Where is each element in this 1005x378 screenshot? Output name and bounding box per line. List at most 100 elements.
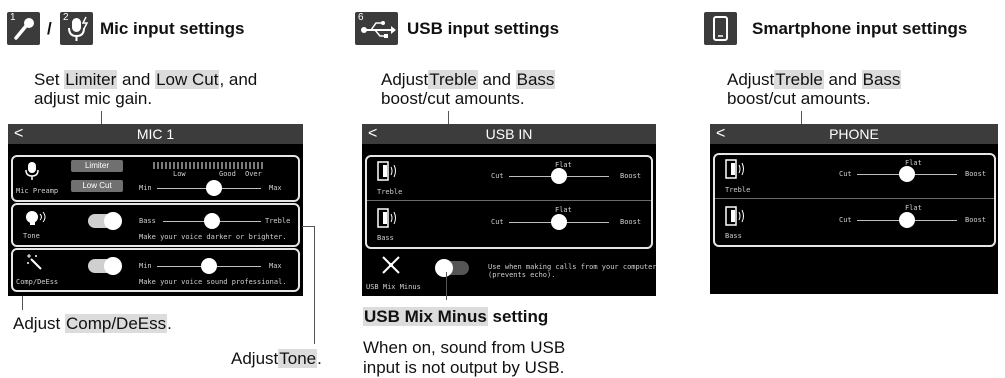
desc-text: boost/cut amounts.	[727, 89, 871, 108]
treble-speaker-icon	[377, 161, 396, 181]
bass-boost-label: Boost	[965, 216, 987, 224]
mixminus-hint-2: (prevents echo).	[488, 271, 556, 279]
usb-description: AdjustTreble and Bass boost/cut amounts.	[381, 70, 556, 108]
treble-boost-label: Boost	[620, 172, 642, 180]
callout-line-comp	[22, 296, 23, 310]
comp-min-label: Min	[139, 262, 152, 270]
magic-wand-icon	[27, 254, 42, 270]
usb-icon-box: 6	[355, 12, 398, 45]
treble-label: Treble	[725, 186, 751, 194]
treble-slider-knob[interactable]	[899, 166, 915, 182]
callout-line-tone-v	[314, 226, 315, 344]
comp-callout: Adjust Comp/DeEss.	[13, 314, 172, 333]
treble-highlight: Treble	[774, 70, 824, 89]
callout-text: .	[167, 314, 172, 333]
callout-line-mixminus	[446, 272, 447, 300]
limiter-button[interactable]: Limiter	[71, 160, 123, 172]
comp-max-label: Max	[269, 262, 282, 270]
treble-cut-label: Cut	[491, 172, 504, 180]
bass-speaker-icon	[377, 208, 396, 228]
treble-slider-knob[interactable]	[551, 168, 567, 184]
desc-text: and	[823, 70, 862, 89]
level-meter	[153, 162, 263, 169]
smartphone-icon	[713, 16, 728, 41]
screen-title: MIC 1	[136, 126, 175, 142]
phone-icon-box	[704, 12, 737, 45]
callout-text: .	[317, 349, 322, 368]
desc-text: Adjust	[727, 70, 775, 89]
mic-description: Set Limiter and Low Cut, and adjust mic …	[34, 70, 257, 108]
tone-treble-label: Treble	[265, 217, 291, 225]
usb-section-title: USB input settings	[407, 19, 560, 38]
back-button[interactable]: <	[14, 124, 23, 144]
no-echo-icon	[382, 256, 400, 274]
mixminus-label: USB Mix Minus	[366, 283, 421, 291]
desc-text: and	[117, 70, 156, 89]
meter-label-good: Good	[219, 170, 236, 178]
bass-highlight: Bass	[861, 70, 902, 89]
bass-flat-label: Flat	[555, 206, 572, 214]
comp-slider-knob[interactable]	[201, 258, 217, 274]
podcast-mic-icon	[68, 16, 89, 41]
treble-cut-label: Cut	[839, 170, 852, 178]
comp-label: Comp/DeEss	[16, 278, 59, 286]
gain-max-label: Max	[269, 184, 282, 192]
mixminus-desc-1: When on, sound from USB	[363, 338, 566, 357]
microphone-icon	[14, 18, 34, 40]
mixminus-hint-1: Use when making calls from your computer	[488, 263, 657, 271]
tone-hint: Make your voice darker or brighter.	[139, 233, 287, 241]
mic-separator: /	[47, 19, 52, 38]
tone-highlight: Tone	[278, 349, 318, 368]
back-button[interactable]: <	[716, 124, 725, 144]
desc-text: Set	[34, 70, 65, 89]
bass-highlight: Bass	[515, 70, 556, 89]
bass-slider-knob[interactable]	[551, 214, 567, 230]
tone-toggle[interactable]	[88, 212, 122, 230]
callout-text: Adjust	[231, 349, 279, 368]
comp-panel[interactable]: Comp/DeEss Min Max Make your voice sound…	[11, 248, 300, 292]
gain-min-label: Min	[139, 184, 152, 192]
tone-panel[interactable]: Tone Bass Treble Make your voice darker …	[11, 203, 300, 247]
lowcut-highlight: Low Cut	[155, 70, 220, 89]
bass-speaker-icon	[725, 206, 744, 226]
row-divider	[367, 200, 651, 201]
treble-boost-label: Boost	[965, 170, 987, 178]
mic-icon-2: 2	[60, 12, 93, 45]
tone-bass-label: Bass	[139, 217, 156, 225]
back-button[interactable]: <	[368, 124, 377, 144]
comp-highlight: Comp/DeEss	[64, 314, 168, 333]
phone-eq-panel: Treble Flat Cut Boost Bass Flat Cut Boos…	[713, 153, 996, 247]
desc-text: Adjust	[381, 70, 429, 89]
bass-cut-label: Cut	[839, 216, 852, 224]
toggle-thumb	[104, 212, 122, 230]
mixminus-suffix: setting	[487, 307, 549, 326]
limiter-highlight: Limiter	[64, 70, 118, 89]
tone-slider-knob[interactable]	[204, 213, 220, 229]
comp-toggle[interactable]	[88, 257, 122, 275]
treble-highlight: Treble	[428, 70, 478, 89]
tone-icon	[26, 211, 46, 225]
desc-text: and	[477, 70, 516, 89]
bass-flat-label: Flat	[905, 204, 922, 212]
usb-icon	[361, 21, 396, 38]
lowcut-button[interactable]: Low Cut	[71, 180, 123, 192]
bass-boost-label: Boost	[620, 218, 642, 226]
mic-preamp-label: Mic Preamp	[16, 187, 59, 195]
bass-slider-knob[interactable]	[899, 212, 915, 228]
tone-callout: AdjustTone.	[231, 349, 322, 368]
treble-label: Treble	[377, 188, 403, 196]
mic-screen: < MIC 1 Mic Preamp Limiter Low Cut Low G…	[8, 124, 303, 296]
comp-hint: Make your voice sound professional.	[139, 278, 287, 286]
phone-description: AdjustTreble and Bass boost/cut amounts.	[727, 70, 902, 108]
phone-screen: < PHONE Treble Flat Cut Boost Bass Flat …	[710, 124, 998, 294]
screen-titlebar: < MIC 1	[8, 124, 303, 144]
desc-text: boost/cut amounts.	[381, 89, 525, 108]
toggle-thumb	[435, 259, 453, 277]
mic-preamp-icon	[25, 162, 39, 180]
gain-slider-knob[interactable]	[206, 180, 223, 196]
usb-screen: < USB IN Treble Flat Cut Boost Bass Flat…	[362, 124, 657, 296]
screen-titlebar: < PHONE	[710, 124, 998, 144]
mixminus-toggle[interactable]	[435, 259, 469, 277]
mixminus-heading: USB Mix Minus setting	[363, 307, 548, 326]
mic-preamp-panel[interactable]: Mic Preamp Limiter Low Cut Low Good Over…	[11, 155, 300, 202]
